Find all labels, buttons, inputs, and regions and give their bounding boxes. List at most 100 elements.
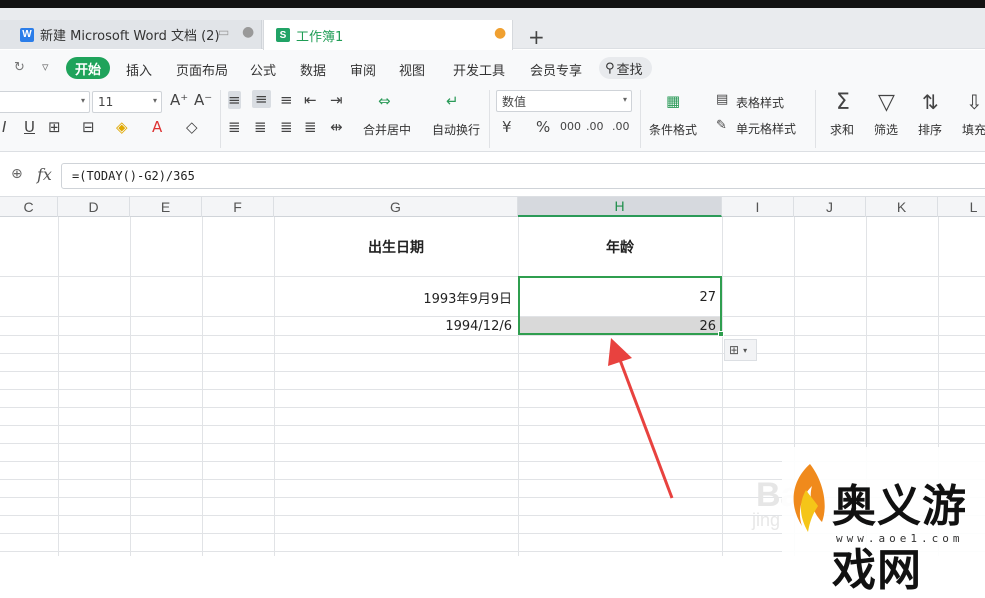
number-format-select[interactable]: 数值 ▾ (496, 90, 632, 112)
tab-close-dot-icon[interactable]: ● (242, 24, 254, 40)
thousands-icon[interactable]: 000 (560, 120, 581, 133)
tab-word-document[interactable]: W 新建 Microsoft Word 文档 (2) ▭ ● (0, 20, 262, 49)
column-header-i[interactable]: I (722, 197, 794, 217)
menu-insert[interactable]: 插入 (126, 60, 152, 79)
separator (220, 90, 221, 148)
column-header-k[interactable]: K (866, 197, 938, 217)
fill-icon[interactable]: ⇩ (966, 90, 983, 114)
align-center-icon[interactable]: ≣ (254, 118, 267, 136)
cell-h2[interactable]: 27 (518, 277, 722, 317)
column-header-h[interactable]: H (518, 197, 722, 217)
tab-word-label: 新建 Microsoft Word 文档 (2) (40, 29, 220, 44)
flame-logo-icon (793, 464, 825, 532)
formula-bar: ⊕ fx =(TODAY()-G2)/365 (0, 160, 985, 190)
conditional-format-button[interactable]: 条件格式 (649, 121, 697, 138)
customize-chevron-icon[interactable]: ▿ (42, 60, 49, 75)
sum-button[interactable]: 求和 (830, 121, 854, 138)
italic-icon[interactable]: I (2, 118, 6, 136)
ribbon-toolbar: ▾ 11 ▾ A⁺ A⁻ I U ⊞ ⊟ ◈ A ◇ ≡ ≡ ≡ ⇤ ⇥ ≣ ≣ … (0, 86, 985, 152)
increase-decimal-icon[interactable]: .00 (586, 120, 604, 133)
faint-watermark-text-2: jing (752, 510, 781, 530)
cell-g3[interactable]: 1994/12/6 (274, 317, 518, 335)
percent-icon[interactable]: % (536, 118, 550, 136)
border-icon[interactable]: ⊞ (48, 118, 61, 136)
conditional-format-icon[interactable]: ▦ (666, 92, 680, 110)
menu-data[interactable]: 数据 (300, 60, 326, 79)
font-size-select[interactable]: 11 ▾ (92, 91, 162, 113)
wrap-text-icon[interactable]: ↵ (446, 92, 459, 110)
align-bottom-icon[interactable]: ≡ (280, 91, 293, 109)
search-button[interactable]: ⚲ 查找 (599, 57, 652, 79)
number-format-value: 数值 (502, 94, 527, 109)
word-app-icon: W (20, 27, 34, 42)
window-top-bar (0, 0, 985, 8)
filter-icon[interactable]: ▽ (878, 90, 895, 115)
fill-handle[interactable] (718, 331, 724, 337)
wrap-text-button[interactable]: 自动换行 (432, 121, 480, 138)
separator (815, 90, 816, 148)
eraser-icon[interactable]: ◇ (186, 118, 198, 136)
underline-icon[interactable]: U (24, 118, 35, 136)
filter-button[interactable]: 筛选 (874, 121, 898, 138)
align-left-icon[interactable]: ≣ (228, 118, 241, 136)
menu-view[interactable]: 视图 (399, 60, 425, 79)
merge-center-icon[interactable]: ⇔ (378, 92, 391, 110)
fx-icon[interactable]: fx (37, 165, 52, 184)
justify-icon[interactable]: ≣ (304, 118, 317, 136)
tab-workbook-label: 工作簿1 (296, 29, 344, 45)
fill-color-icon[interactable]: ◈ (116, 118, 128, 136)
align-middle-icon[interactable]: ≡ (252, 90, 271, 108)
paste-options-button[interactable]: ⊞ ▾ (724, 339, 757, 361)
column-header-l[interactable]: L (938, 197, 985, 217)
indent-increase-icon[interactable]: ⇥ (330, 91, 343, 109)
decrease-decimal-icon[interactable]: .00 (612, 120, 630, 133)
sum-icon[interactable]: Σ (836, 90, 850, 115)
menu-review[interactable]: 审阅 (350, 60, 376, 79)
indent-decrease-icon[interactable]: ⇤ (304, 91, 317, 109)
menu-formulas[interactable]: 公式 (250, 60, 276, 79)
align-right-icon[interactable]: ≣ (280, 118, 293, 136)
search-icon: ⚲ (605, 60, 615, 76)
menu-member[interactable]: 会员专享 (530, 60, 582, 79)
separator (489, 90, 490, 148)
cell-h1[interactable]: 年龄 (518, 218, 722, 276)
redo-icon[interactable]: ↻ (14, 60, 25, 75)
align-top-icon[interactable]: ≡ (228, 91, 241, 109)
cell-g1[interactable]: 出生日期 (274, 218, 518, 276)
column-header-g[interactable]: G (274, 197, 518, 217)
column-header-d[interactable]: D (58, 197, 130, 217)
decrease-font-icon[interactable]: A⁻ (194, 91, 212, 109)
column-header-f[interactable]: F (202, 197, 274, 217)
fill-button[interactable]: 填充 (962, 121, 985, 138)
column-header-c[interactable]: C (0, 197, 58, 217)
cell-g2[interactable]: 1993年9月9日 (274, 277, 518, 317)
currency-icon[interactable]: ¥ (502, 118, 512, 136)
font-color-icon[interactable]: A (152, 118, 162, 136)
sort-icon[interactable]: ⇅ (922, 90, 939, 114)
menu-start[interactable]: 开始 (66, 57, 110, 79)
monitor-icon[interactable]: ▭ (218, 25, 229, 39)
font-name-select[interactable]: ▾ (0, 91, 90, 113)
formula-input[interactable]: =(TODAY()-G2)/365 (61, 163, 985, 189)
menu-page-layout[interactable]: 页面布局 (176, 60, 228, 79)
paste-options-icon: ⊞ (729, 343, 740, 357)
increase-font-icon[interactable]: A⁺ (170, 91, 188, 109)
table-style-button[interactable]: 表格样式 (736, 94, 784, 111)
column-header-e[interactable]: E (130, 197, 202, 217)
ribbon-menu: ↻ ▿ 开始 插入 页面布局 公式 数据 审阅 视图 开发工具 会员专享 ⚲ 查… (0, 50, 985, 86)
menu-developer[interactable]: 开发工具 (453, 60, 505, 79)
column-header-j[interactable]: J (794, 197, 866, 217)
new-tab-button[interactable]: + (528, 25, 545, 49)
cell-style-icon[interactable]: ⊟ (82, 118, 95, 136)
cell-style-2-icon: ✎ (716, 118, 727, 133)
merge-center-button[interactable]: 合并居中 (363, 121, 411, 138)
separator (640, 90, 641, 148)
sort-button[interactable]: 排序 (918, 121, 942, 138)
zoom-icon[interactable]: ⊕ (11, 166, 23, 182)
distributed-icon[interactable]: ⇹ (330, 118, 343, 136)
tab-workbook[interactable]: S 工作簿1 ● (263, 20, 513, 50)
tab-strip: W 新建 Microsoft Word 文档 (2) ▭ ● S 工作簿1 ● … (0, 8, 985, 50)
table-style-icon: ▤ (716, 92, 729, 107)
unsaved-dot-icon[interactable]: ● (494, 25, 506, 41)
cell-style-button[interactable]: 单元格样式 (736, 120, 796, 137)
